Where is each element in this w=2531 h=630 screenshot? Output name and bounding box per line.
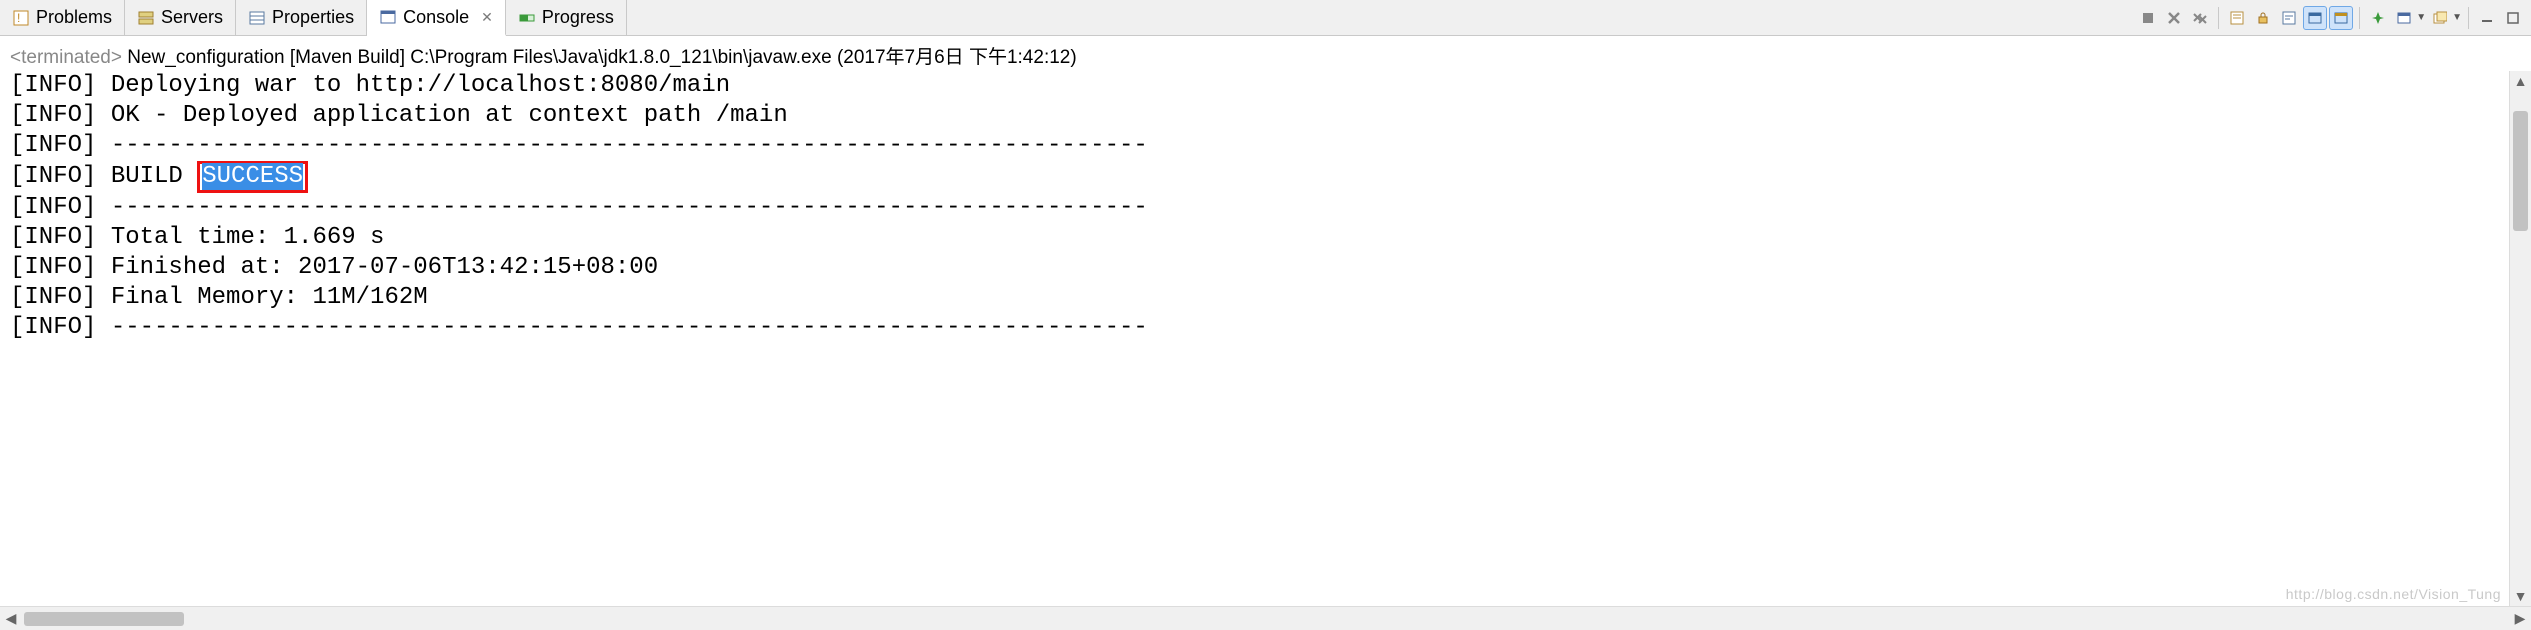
dropdown-icon[interactable]: ▼ <box>2452 12 2462 23</box>
servers-icon <box>137 9 155 27</box>
remove-launch-button[interactable] <box>2162 6 2186 30</box>
problems-icon: ! <box>12 9 30 27</box>
word-wrap-button[interactable] <box>2277 6 2301 30</box>
scrollbar-thumb[interactable] <box>24 612 184 626</box>
scrollbar-track[interactable] <box>22 612 2509 626</box>
tab-progress[interactable]: Progress <box>506 0 627 35</box>
tab-bar-spacer <box>627 0 2130 35</box>
show-on-stdout-button[interactable] <box>2303 6 2327 30</box>
progress-icon <box>518 9 536 27</box>
tab-label: Console <box>403 7 469 28</box>
console-icon <box>379 8 397 26</box>
close-icon[interactable]: ✕ <box>481 9 493 26</box>
maximize-view-button[interactable] <box>2501 6 2525 30</box>
open-console-button[interactable] <box>2428 6 2452 30</box>
toolbar-separator <box>2218 7 2219 29</box>
clear-console-button[interactable] <box>2225 6 2249 30</box>
svg-text:!: ! <box>17 11 20 25</box>
terminated-label: <terminated> <box>10 47 122 68</box>
tab-label: Progress <box>542 7 614 28</box>
pin-console-button[interactable] <box>2366 6 2390 30</box>
console-toolbar: ▼ ▼ <box>2130 0 2531 35</box>
toolbar-separator <box>2359 7 2360 29</box>
vertical-scrollbar[interactable]: ▲ ▼ <box>2509 71 2531 606</box>
terminate-button[interactable] <box>2136 6 2160 30</box>
dropdown-icon[interactable]: ▼ <box>2416 12 2426 23</box>
scroll-up-icon[interactable]: ▲ <box>2510 73 2531 89</box>
scroll-lock-button[interactable] <box>2251 6 2275 30</box>
console-process-header: <terminated> New_configuration [Maven Bu… <box>0 36 2531 71</box>
process-description: New_configuration [Maven Build] C:\Progr… <box>122 47 1077 68</box>
tab-properties[interactable]: Properties <box>236 0 367 35</box>
properties-icon <box>248 9 266 27</box>
tab-problems[interactable]: ! Problems <box>0 0 125 35</box>
display-selected-console-button[interactable] <box>2392 6 2416 30</box>
console-output[interactable]: [INFO] Deploying war to http://localhost… <box>0 71 2531 606</box>
scroll-down-icon[interactable]: ▼ <box>2510 588 2531 604</box>
tab-label: Properties <box>272 7 354 28</box>
tab-console[interactable]: Console ✕ <box>367 0 506 36</box>
scroll-right-icon[interactable]: ▶ <box>2509 610 2531 627</box>
watermark-text: http://blog.csdn.net/Vision_Tung <box>2286 586 2501 602</box>
show-on-stderr-button[interactable] <box>2329 6 2353 30</box>
tab-label: Servers <box>161 7 223 28</box>
minimize-view-button[interactable] <box>2475 6 2499 30</box>
scrollbar-thumb[interactable] <box>2513 111 2528 231</box>
view-tabs-bar: ! Problems Servers Properties Console ✕ … <box>0 0 2531 36</box>
tab-label: Problems <box>36 7 112 28</box>
tab-servers[interactable]: Servers <box>125 0 236 35</box>
horizontal-scrollbar[interactable]: ◀ ▶ <box>0 606 2531 630</box>
toolbar-separator <box>2468 7 2469 29</box>
remove-all-terminated-button[interactable] <box>2188 6 2212 30</box>
scroll-left-icon[interactable]: ◀ <box>0 610 22 627</box>
